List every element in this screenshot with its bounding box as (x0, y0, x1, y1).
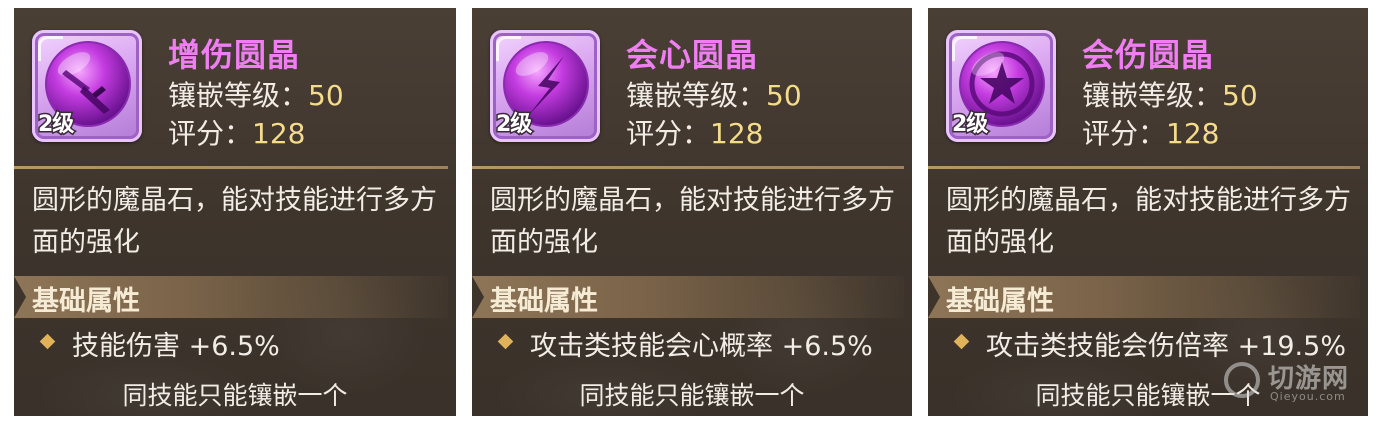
socket-level-label: 镶嵌等级： (168, 79, 309, 112)
item-title: 会伤圆晶 (1082, 36, 1215, 74)
socket-level-value: 50 (1222, 79, 1258, 112)
section-bar-notch (472, 276, 484, 318)
section-title: 基础属性 (490, 286, 598, 317)
attribute-text: 攻击类技能会心概率 +6.5% (530, 331, 873, 362)
item-description: 圆形的魔晶石，能对技能进行多方面的强化 (32, 185, 437, 258)
level-badge: 2级 (950, 111, 989, 139)
section-bar-notch (928, 276, 940, 318)
section-header-bar: 基础属性 (14, 276, 448, 318)
item-card-crit-orb: 2级 会心圆晶 镶嵌等级：50 评分：128 圆形的魔晶石，能对技能进行多方面的… (472, 8, 912, 416)
socket-restriction-note: 同技能只能镶嵌一个 (122, 381, 348, 410)
score-label: 评分： (168, 117, 253, 150)
level-badge: 2级 (494, 111, 533, 139)
socket-level-label: 镶嵌等级： (626, 79, 767, 112)
item-icon-frame: 2级 (946, 30, 1056, 142)
site-watermark: 切游网 Qieyou.com (1224, 358, 1354, 408)
section-bar-notch (14, 276, 26, 318)
score-label: 评分： (626, 117, 711, 150)
score-row: 评分：128 (168, 112, 305, 152)
header-divider (928, 166, 1360, 169)
score-value: 128 (710, 117, 764, 150)
item-description: 圆形的魔晶石，能对技能进行多方面的强化 (490, 185, 895, 258)
item-tooltip-comparison: 2级 增伤圆晶 镶嵌等级：50 评分：128 圆形的魔晶石，能对技能进行多方面的… (0, 0, 1380, 424)
item-title: 增伤圆晶 (168, 36, 301, 74)
watermark-logo-icon (1224, 362, 1260, 398)
diamond-bullet-icon (497, 333, 514, 350)
item-icon-frame: 2级 (32, 30, 142, 142)
diamond-bullet-icon (953, 333, 970, 350)
score-row: 评分：128 (626, 112, 763, 152)
diamond-bullet-icon (39, 333, 56, 350)
section-title: 基础属性 (32, 286, 140, 317)
socket-level-value: 50 (308, 79, 344, 112)
header-divider (472, 166, 904, 169)
item-card-crit-damage-orb: 2级 会伤圆晶 镶嵌等级：50 评分：128 圆形的魔晶石，能对技能进行多方面的… (928, 8, 1368, 416)
item-card-damage-orb: 2级 增伤圆晶 镶嵌等级：50 评分：128 圆形的魔晶石，能对技能进行多方面的… (14, 8, 456, 416)
section-header-bar: 基础属性 (928, 276, 1360, 318)
socket-level-row: 镶嵌等级：50 (1082, 74, 1258, 114)
score-value: 128 (1166, 117, 1220, 150)
socket-level-row: 镶嵌等级：50 (626, 74, 802, 114)
item-title: 会心圆晶 (626, 36, 759, 74)
header-divider (14, 166, 448, 169)
section-title: 基础属性 (946, 286, 1054, 317)
attribute-text: 技能伤害 +6.5% (72, 331, 280, 362)
score-value: 128 (252, 117, 306, 150)
item-description: 圆形的魔晶石，能对技能进行多方面的强化 (946, 185, 1351, 258)
score-row: 评分：128 (1082, 112, 1219, 152)
item-icon-frame: 2级 (490, 30, 600, 142)
socket-level-value: 50 (766, 79, 802, 112)
socket-restriction-note: 同技能只能镶嵌一个 (579, 381, 805, 410)
socket-level-row: 镶嵌等级：50 (168, 74, 344, 114)
level-badge: 2级 (36, 111, 75, 139)
section-header-bar: 基础属性 (472, 276, 904, 318)
watermark-subtext: Qieyou.com (1270, 390, 1346, 403)
socket-level-label: 镶嵌等级： (1082, 79, 1223, 112)
score-label: 评分： (1082, 117, 1167, 150)
